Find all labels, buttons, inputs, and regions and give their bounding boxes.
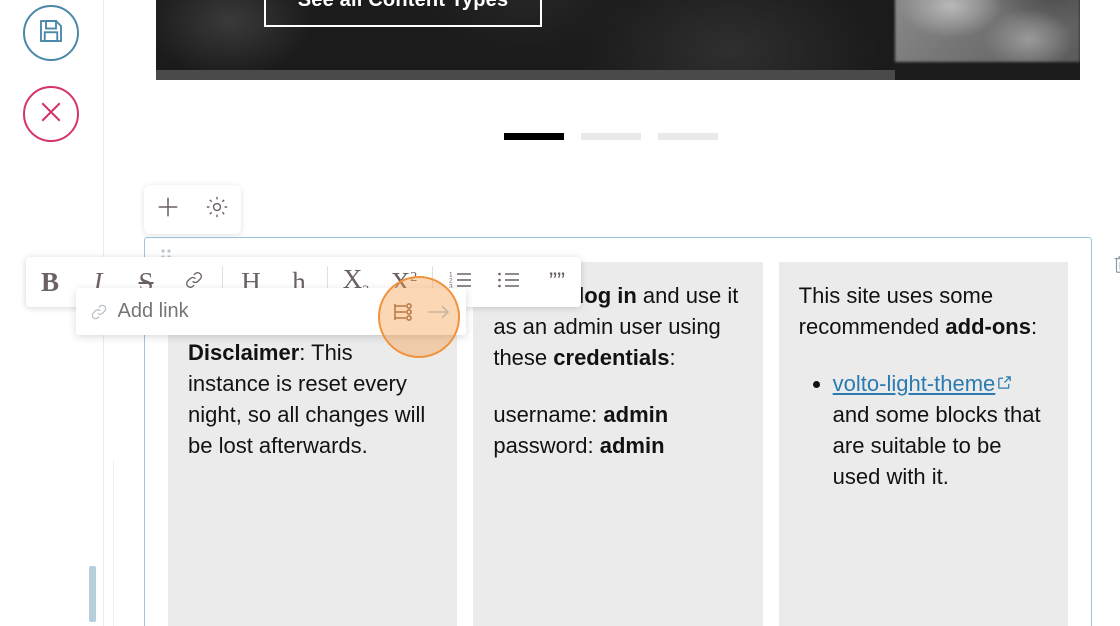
object-browser-button[interactable] bbox=[385, 300, 422, 324]
save-floppy-icon bbox=[36, 16, 66, 51]
blockquote-icon: ”” bbox=[549, 268, 565, 295]
gear-icon bbox=[204, 194, 230, 225]
add-link-input[interactable] bbox=[111, 299, 385, 324]
text-segment: : bbox=[1030, 314, 1038, 339]
list-item: volto-light-theme and some blocks that a… bbox=[833, 368, 1048, 492]
bold-icon: B bbox=[40, 266, 59, 297]
save-button[interactable] bbox=[23, 5, 79, 61]
column-two[interactable]: You can log in and use it as an admin us… bbox=[473, 262, 763, 626]
add-link-popup bbox=[76, 288, 466, 335]
bold-text: Disclaimer bbox=[188, 340, 300, 365]
unordered-list-button[interactable] bbox=[485, 257, 533, 307]
scroll-indicator[interactable] bbox=[89, 566, 96, 622]
delete-block-button[interactable] bbox=[1109, 252, 1120, 280]
bold-text: log in bbox=[578, 283, 637, 308]
bold-text: admin bbox=[603, 402, 669, 427]
hero-banner: See all Content Types bbox=[156, 0, 1080, 80]
cancel-button[interactable] bbox=[23, 86, 79, 142]
bold-text: credentials bbox=[553, 345, 670, 370]
see-all-content-types-button[interactable]: See all Content Types bbox=[264, 0, 542, 27]
carousel-dot-1[interactable] bbox=[504, 133, 564, 140]
block-settings-button[interactable] bbox=[200, 193, 234, 227]
text-segment: username: bbox=[493, 402, 604, 427]
column-one-paragraph-2: Disclaimer: This instance is reset every… bbox=[188, 337, 437, 461]
bold-button[interactable]: B bbox=[26, 257, 74, 307]
bold-text: add-ons bbox=[945, 314, 1031, 339]
block-toolbar-card bbox=[144, 185, 241, 234]
carousel-dot-2[interactable] bbox=[581, 133, 641, 140]
column-three[interactable]: This site uses some recommended add-ons:… bbox=[778, 262, 1068, 626]
volto-light-theme-link[interactable]: volto-light-theme bbox=[833, 371, 996, 396]
unordered-list-icon bbox=[496, 269, 522, 296]
text-segment: and some blocks that are suitable to be … bbox=[832, 402, 1041, 489]
trash-icon bbox=[1111, 252, 1120, 281]
hero-photo bbox=[893, 0, 1080, 62]
external-link-icon bbox=[996, 368, 1013, 399]
addons-list: volto-light-theme and some blocks that a… bbox=[799, 368, 1048, 492]
carousel-indicators bbox=[504, 133, 718, 140]
blockquote-button[interactable]: ”” bbox=[533, 257, 581, 307]
bold-text: admin bbox=[599, 433, 665, 458]
carousel-dot-3[interactable] bbox=[658, 133, 718, 140]
plus-icon bbox=[154, 193, 182, 226]
close-x-icon bbox=[36, 97, 66, 132]
text-segment: password: bbox=[493, 433, 600, 458]
link-submit-button[interactable] bbox=[422, 302, 456, 322]
column-three-paragraph-1: This site uses some recommended add-ons: bbox=[799, 280, 1048, 342]
link-chain-icon bbox=[86, 302, 112, 322]
add-block-button[interactable] bbox=[151, 193, 185, 227]
layout-guide-line bbox=[113, 460, 114, 626]
text-segment: : bbox=[669, 345, 676, 370]
column-two-paragraph-2: username: admin password: admin bbox=[493, 399, 742, 461]
hero-footer-bar bbox=[156, 70, 895, 80]
